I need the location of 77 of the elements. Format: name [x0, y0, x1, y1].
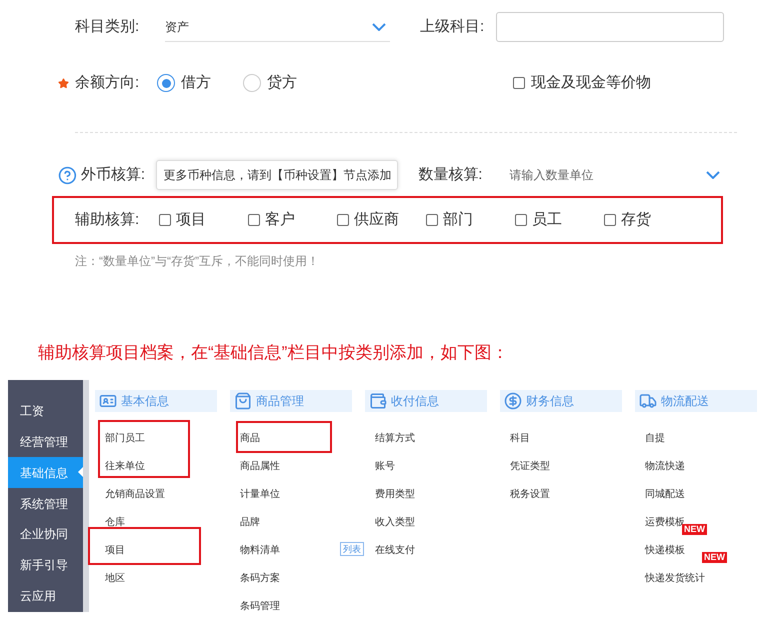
menu-link[interactable]: 仓库: [105, 516, 125, 528]
checkbox[interactable]: [515, 214, 527, 226]
menu-link[interactable]: 快递发货统计: [645, 572, 705, 584]
menu-link[interactable]: 项目: [105, 544, 125, 556]
menu-link[interactable]: 部门员工: [105, 432, 145, 444]
radio-label: 贷方: [267, 72, 297, 93]
field-label: 余额方向:: [75, 72, 140, 93]
chevron-icon: [706, 171, 720, 179]
menu-link[interactable]: 条码管理: [240, 600, 280, 612]
help-icon[interactable]: [58, 166, 77, 184]
field-label: 上级科目:: [420, 16, 486, 37]
note-text: 注：“数量单位”与“存货”互斥，不能同时使用！: [75, 253, 320, 270]
field-label: 数量核算:: [418, 164, 484, 185]
menu-link[interactable]: 在线支付: [375, 544, 415, 556]
parent-account-input[interactable]: [496, 12, 724, 42]
sidebar-item[interactable]: 系统管理: [8, 488, 84, 519]
checkbox-label: 供应商: [354, 210, 399, 230]
sidebar-item[interactable]: 云应用: [8, 580, 84, 612]
checkbox-label: 部门: [443, 210, 473, 230]
checkbox-label: 存货: [621, 210, 651, 230]
radio-label: 借方: [181, 72, 211, 93]
menu-link[interactable]: 品牌: [240, 516, 260, 528]
menu-link[interactable]: 物流快递: [645, 460, 685, 472]
menu-link[interactable]: 允销商品设置: [105, 488, 165, 500]
sidebar-item[interactable]: 工资: [8, 396, 84, 426]
menu-link[interactable]: 物料清单: [240, 544, 280, 556]
checkbox-label: 现金及现金等价物: [531, 72, 651, 93]
menu-link[interactable]: 结算方式: [375, 432, 415, 444]
checkbox[interactable]: [337, 214, 349, 226]
quantity-unit-select[interactable]: 请输入数量单位: [510, 166, 724, 184]
menu-link[interactable]: 商品: [240, 432, 260, 444]
sidebar-item[interactable]: 新手引导: [8, 550, 84, 581]
checkbox-label: 客户: [265, 210, 295, 230]
radio-button[interactable]: [243, 74, 261, 92]
category-header: 物流配送: [635, 390, 757, 412]
field-label: 外币核算:: [80, 164, 146, 185]
menu-link[interactable]: 费用类型: [375, 488, 415, 500]
menu-link[interactable]: 税务设置: [510, 488, 550, 500]
menu-link[interactable]: 科目: [510, 432, 530, 444]
category-header: 收付信息: [365, 390, 487, 412]
checkbox[interactable]: [248, 214, 260, 226]
menu-link[interactable]: 往来单位: [105, 460, 145, 472]
checkbox[interactable]: [159, 214, 171, 226]
checkbox-label: 员工: [532, 210, 562, 230]
new-badge: NEW: [682, 524, 707, 534]
list-tag: 列表: [340, 542, 364, 556]
checkbox[interactable]: [604, 214, 616, 226]
category-icon: [639, 392, 657, 410]
checkbox[interactable]: [426, 214, 438, 226]
menu-link[interactable]: 同城配送: [645, 488, 685, 500]
new-badge: NEW: [702, 552, 727, 562]
category-header: 基本信息: [95, 390, 217, 412]
menu-link[interactable]: 凭证类型: [510, 460, 550, 472]
checkbox-label: 项目: [176, 210, 206, 230]
menu-link[interactable]: 账号: [375, 460, 395, 472]
menu-link[interactable]: 条码方案: [240, 572, 280, 584]
field-label: 科目类别:: [75, 16, 140, 37]
checkbox[interactable]: [513, 77, 525, 89]
tooltip: 更多币种信息，请到【币种设置】节点添加: [156, 160, 398, 190]
field-label: 辅助核算:: [75, 210, 140, 230]
menu-link[interactable]: 商品属性: [240, 460, 280, 472]
category-icon: [504, 392, 522, 410]
menu-link[interactable]: 快递模板: [645, 544, 685, 556]
category-header: 商品管理: [230, 390, 352, 412]
sidebar-item[interactable]: 经营管理: [8, 426, 84, 458]
chevron-icon: [372, 22, 386, 30]
category-header: 财务信息: [500, 390, 622, 412]
instruction-text: 辅助核算项目档案，在“基础信息”栏目中按类别添加，如下图：: [38, 342, 510, 364]
sidebar-item[interactable]: 企业协同: [8, 518, 84, 550]
radio-button[interactable]: [157, 74, 175, 92]
menu-link[interactable]: 收入类型: [375, 516, 415, 528]
category-icon: [369, 392, 387, 410]
menu-link[interactable]: 地区: [105, 572, 125, 584]
menu-link[interactable]: 计量单位: [240, 488, 280, 500]
menu-link[interactable]: 自提: [645, 432, 665, 444]
category-icon: [234, 392, 252, 410]
category-select[interactable]: 资产: [165, 12, 390, 42]
